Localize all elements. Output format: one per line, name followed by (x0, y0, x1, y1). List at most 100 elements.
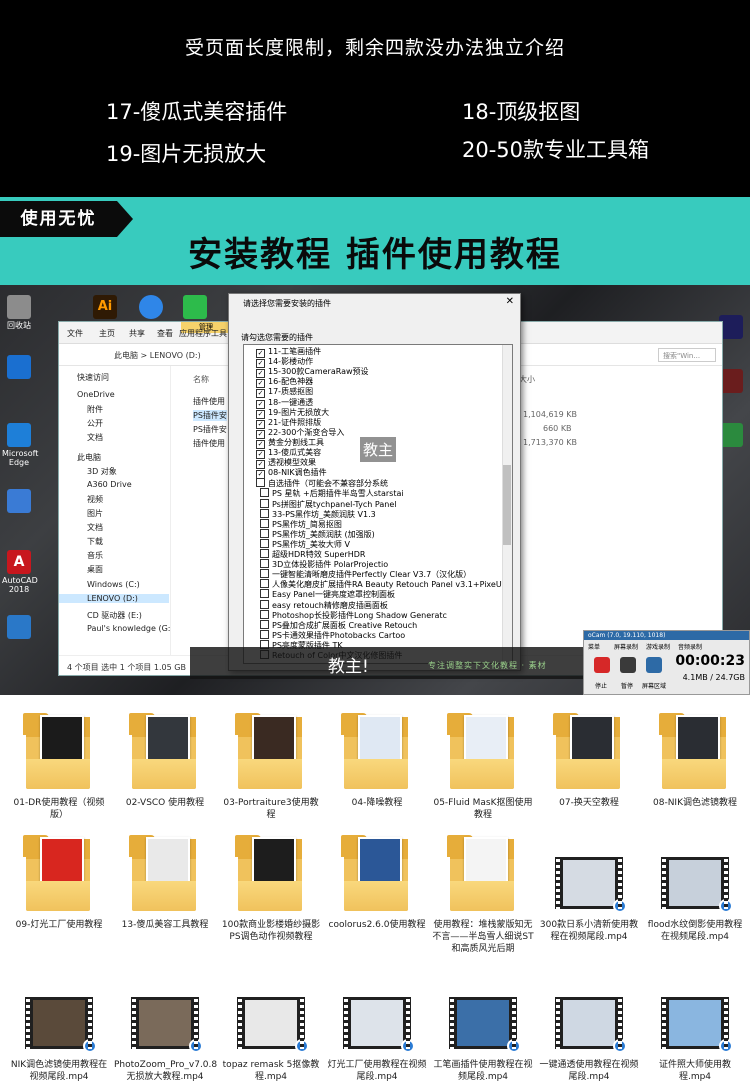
plugin-checkbox[interactable]: Photoshop长投影插件Long Shadow Generatc (260, 610, 447, 620)
video-file[interactable]: 一键通透使用教程在视频尾段.mp4 (536, 975, 642, 1082)
folder-item[interactable]: 05-Fluid MasK抠图使用教程 (430, 713, 536, 821)
col-name[interactable]: 名称 (193, 374, 209, 385)
folder-item[interactable]: coolorus2.6.0使用教程 (324, 835, 430, 931)
nav-public[interactable]: 公开 (87, 418, 103, 429)
wechat-icon[interactable] (178, 295, 212, 321)
recycle-bin-icon[interactable]: 回收站 (2, 295, 36, 330)
folder-item[interactable]: 100款商业影楼婚纱摄影PS调色动作视频教程 (218, 835, 324, 943)
folder-item[interactable]: 01-DR使用教程（视频版） (6, 713, 112, 821)
video-file[interactable]: 证件照大师使用教程.mp4 (642, 975, 748, 1082)
nav-3d[interactable]: 3D 对象 (87, 466, 117, 477)
plugin-checkbox[interactable]: PS黑作坊_美颜润肤 (加强版) (260, 529, 375, 539)
plugin-checkbox[interactable]: 黄金分割线工具 (256, 438, 324, 448)
folder-item[interactable]: 使用教程：堆栈蒙版知无不言——半岛雪人细说ST和高质风光后期 (430, 835, 536, 955)
plugin-checkbox[interactable]: 13-傻瓜式美容 (256, 448, 321, 458)
video-file[interactable]: flood水纹倒影使用教程在视频尾段.mp4 (642, 835, 748, 943)
nav-e-drive[interactable]: CD 驱动器 (E:) (87, 610, 142, 621)
folder-item[interactable]: 07-换天空教程 (536, 713, 642, 809)
folder-item[interactable]: 08-NIK调色滤镜教程 (642, 713, 748, 809)
nav-onedrive[interactable]: OneDrive (77, 390, 115, 399)
illustrator-icon[interactable]: Ai (88, 295, 122, 321)
folder-item[interactable]: 13-傻瓜美容工具教程 (112, 835, 218, 931)
file-row-selected[interactable]: PS插件安 (193, 410, 227, 421)
video-file[interactable]: 灯光工厂使用教程在视频尾段.mp4 (324, 975, 430, 1082)
plugin-checkbox[interactable]: 3D立体投影插件 PolarProjectio (260, 559, 388, 569)
video-file[interactable]: 工笔画插件使用教程在视频尾段.mp4 (430, 975, 536, 1082)
plugin-checkbox[interactable]: 人像美化磨皮扩展插件RA Beauty Retouch Panel v3.1+P… (260, 579, 502, 589)
file-row[interactable]: PS插件安 (193, 424, 227, 435)
nav-c-drive[interactable]: Windows (C:) (87, 580, 140, 589)
stop-button[interactable] (594, 657, 610, 673)
nav-this-pc[interactable]: 此电脑 (77, 452, 101, 463)
search-input[interactable]: 搜索"Win... (658, 348, 716, 362)
tab-file[interactable]: 文件 (67, 328, 83, 339)
close-icon[interactable]: ✕ (506, 296, 514, 307)
ocam-tab-screen[interactable]: 屏幕录制 (614, 642, 638, 651)
plugin-checkbox[interactable]: PS卡通效果插件Photobacks Cartoo (260, 630, 405, 640)
plugin-checkbox[interactable]: 超级HDR特效 SuperHDR (260, 549, 365, 559)
folder-item[interactable]: 02-VSCO 使用教程 (112, 713, 218, 809)
plugin-checkbox[interactable]: 15-300款CameraRaw预设 (256, 367, 369, 377)
plugin-checkbox[interactable]: 19-图片无损放大 (256, 408, 329, 418)
scrollbar[interactable] (502, 345, 512, 663)
plugin-checkbox[interactable]: 33-PS黑作坊_美颜润肤 V1.3 (260, 509, 376, 519)
folder-item[interactable]: 03-Portraiture3使用教程 (218, 713, 324, 821)
plugin-checkbox[interactable]: Easy Panel一键亮度遮罩控制面板 (260, 589, 395, 599)
video-file[interactable]: topaz remask 5抠像教程.mp4 (218, 975, 324, 1082)
nav-downloads[interactable]: 下载 (87, 536, 103, 547)
plugin-checkbox[interactable]: 22-300个渐变合导入 (256, 428, 344, 438)
plugin-checkbox[interactable]: 11-工笔画插件 (256, 347, 321, 357)
plugin-checkbox[interactable]: PS黑作坊_美妆大师 V (260, 539, 350, 549)
plugin-checkbox[interactable]: 16-配色神器 (256, 377, 313, 387)
360-icon[interactable] (134, 295, 168, 321)
tab-app-tools[interactable]: 应用程序工具 (179, 328, 227, 339)
autocad-icon[interactable]: A AutoCAD 2018 (2, 550, 38, 594)
edge-icon[interactable]: Microsoft Edge (2, 423, 38, 467)
plugin-checkbox[interactable]: easy retouch精修磨皮插画面板 (260, 600, 388, 610)
nav-docs[interactable]: 文档 (87, 432, 103, 443)
nav-d-drive[interactable]: LENOVO (D:) (59, 594, 169, 603)
nav-desktop[interactable]: 桌面 (87, 564, 103, 575)
tab-view[interactable]: 查看 (157, 328, 173, 339)
plugin-checkbox[interactable]: 21-证件照排版 (256, 418, 321, 428)
breadcrumb[interactable]: 此电脑 > LENOVO (D:) (114, 350, 201, 361)
ocam-tab-game[interactable]: 游戏录制 (646, 642, 670, 651)
nav-quick-access[interactable]: 快速访问 (77, 372, 109, 383)
video-file[interactable]: NIK调色滤镜使用教程在视频尾段.mp4 (6, 975, 112, 1082)
col-size[interactable]: 大小 (519, 374, 535, 385)
video-file[interactable]: PhotoZoom_Pro_v7.0.8无损放大教程.mp4 (112, 975, 218, 1082)
scrollbar-thumb[interactable] (503, 465, 511, 545)
control-panel-icon[interactable] (2, 615, 36, 641)
tab-home[interactable]: 主页 (99, 328, 115, 339)
tab-share[interactable]: 共享 (129, 328, 145, 339)
pause-button[interactable] (620, 657, 636, 673)
plugin-checkbox[interactable]: 17-质感抠图 (256, 387, 313, 397)
nav-documents[interactable]: 文档 (87, 522, 103, 533)
plugin-checkbox[interactable]: 透视模型效果 (256, 458, 316, 468)
plugin-checkbox[interactable]: 一键智能清晰磨皮插件Perfectly Clear V3.7（汉化版） (260, 569, 471, 579)
nav-g-drive[interactable]: Paul's knowledge (G: (87, 624, 171, 633)
file-row[interactable]: 插件使用 (193, 438, 225, 449)
nav-music[interactable]: 音乐 (87, 550, 103, 561)
folder-item[interactable]: 04-降噪教程 (324, 713, 430, 809)
plugin-checkbox[interactable]: 18-一键通透 (256, 398, 313, 408)
plugin-checkbox[interactable]: PS黑作坊_简易抠图 (260, 519, 342, 529)
plugin-checkbox[interactable]: PS叠加合成扩展面板 Creative Retouch (260, 620, 417, 630)
app-icon[interactable] (2, 355, 36, 381)
plugin-checkbox[interactable]: 08-NIK调色插件 (256, 468, 327, 478)
plugin-checkbox[interactable]: 14-影楼动作 (256, 357, 313, 367)
video-file[interactable]: 300款日系小清新使用教程在视频尾段.mp4 (536, 835, 642, 943)
feishu-icon[interactable] (2, 489, 36, 515)
nav-attachments[interactable]: 附件 (87, 404, 103, 415)
plugin-checkbox[interactable]: 自选插件（可能会不兼容部分系统 (256, 478, 388, 488)
screen-area-button[interactable] (646, 657, 662, 673)
ocam-tab-audio[interactable]: 音频录制 (678, 642, 702, 651)
plugin-checkbox[interactable]: Ps拼图扩展tychpanel-Tych Panel (260, 499, 397, 509)
ocam-tab-menu[interactable]: 菜单 (588, 642, 600, 651)
nav-a360[interactable]: A360 Drive (87, 480, 132, 489)
folder-item[interactable]: 09-灯光工厂使用教程 (6, 835, 112, 931)
file-row[interactable]: 插件使用 (193, 396, 225, 407)
nav-pictures[interactable]: 图片 (87, 508, 103, 519)
plugin-checkbox[interactable]: PS 星轨 +后期插件半岛雪人starstai (260, 488, 404, 498)
nav-videos[interactable]: 视频 (87, 494, 103, 505)
